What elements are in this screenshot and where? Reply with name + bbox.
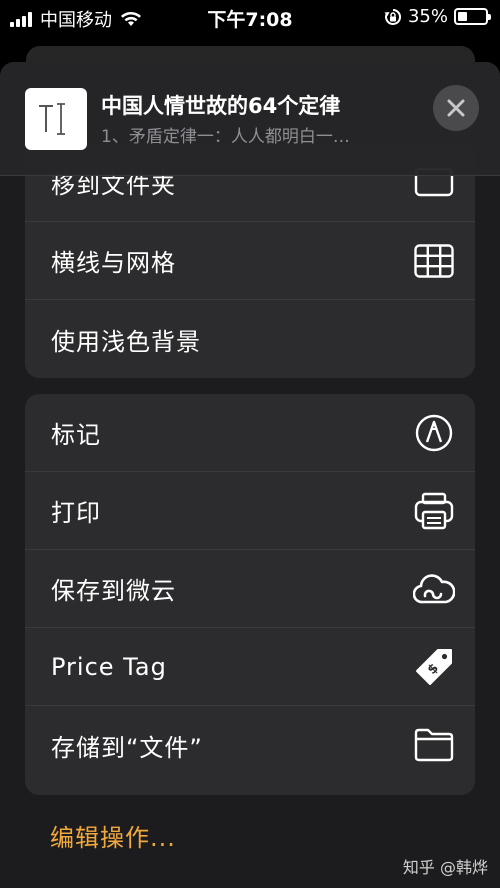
price-tag-icon: $ xyxy=(413,646,455,688)
menu-item-markup[interactable]: 标记 xyxy=(25,394,475,472)
share-sheet: 移到文件夹 横线与网格 使用浅色背景 标记 打印 保存到微云 Price Tag… xyxy=(0,62,500,888)
menu-item-label: 存储到“文件” xyxy=(51,733,203,762)
text-document-icon xyxy=(25,88,87,150)
markup-pen-icon xyxy=(413,412,455,454)
rotation-lock-icon xyxy=(384,8,401,25)
folder-icon xyxy=(413,724,455,766)
document-title: 中国人情世故的64个定律 xyxy=(101,94,341,118)
menu-item-label: 标记 xyxy=(51,421,101,449)
menu-item-save-to-weiyun[interactable]: 保存到微云 xyxy=(25,550,475,628)
battery-icon xyxy=(454,8,491,25)
close-icon xyxy=(447,99,465,117)
menu-item-label: 保存到微云 xyxy=(51,577,176,605)
menu-item-label: 使用浅色背景 xyxy=(51,327,201,356)
menu-item-lines-grid[interactable]: 横线与网格 xyxy=(25,222,475,300)
menu-item-label: 打印 xyxy=(51,499,101,527)
weiyun-cloud-icon xyxy=(413,568,455,610)
battery-level xyxy=(458,12,468,21)
menu-item-price-tag[interactable]: Price Tag $ xyxy=(25,628,475,706)
menu-item-print[interactable]: 打印 xyxy=(25,472,475,550)
menu-group-1: 移到文件夹 横线与网格 使用浅色背景 xyxy=(25,144,475,378)
close-button[interactable] xyxy=(433,85,479,131)
document-subtitle: 1、矛盾定律一：人人都明白一… xyxy=(101,127,350,147)
watermark: 知乎 @韩烨 xyxy=(402,858,488,877)
status-right: 35% xyxy=(384,6,491,27)
menu-item-label: Price Tag xyxy=(51,652,167,681)
printer-icon xyxy=(413,490,455,532)
grid-icon xyxy=(413,240,455,282)
edit-actions-link[interactable]: 编辑操作... xyxy=(50,818,176,853)
menu-group-2: 标记 打印 保存到微云 Price Tag $ 存储到“文件” xyxy=(25,394,475,795)
share-header: 中国人情世故的64个定律 1、矛盾定律一：人人都明白一… xyxy=(0,62,500,176)
battery-percent: 35% xyxy=(407,6,448,27)
menu-item-save-to-files[interactable]: 存储到“文件” xyxy=(25,706,475,784)
status-bar: 中国移动 下午7:08 35% xyxy=(0,0,500,34)
menu-item-label: 横线与网格 xyxy=(51,249,176,277)
menu-item-light-background[interactable]: 使用浅色背景 xyxy=(25,300,475,378)
